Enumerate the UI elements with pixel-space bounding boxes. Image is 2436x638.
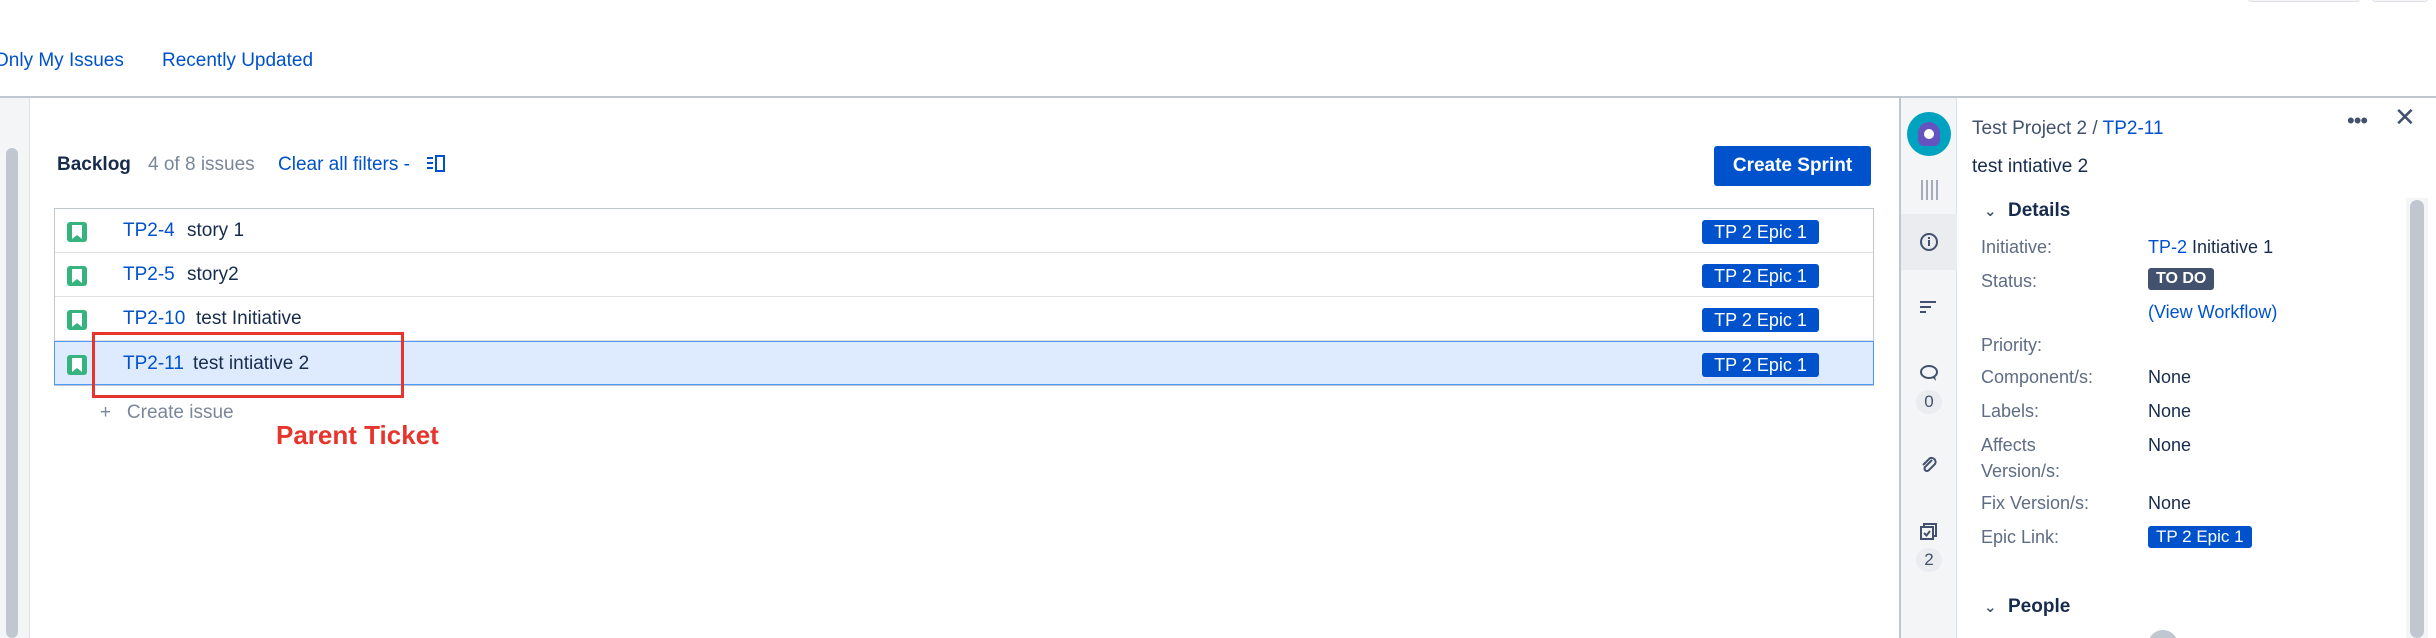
details-section-toggle[interactable]: ⌄ Details [1984, 200, 2070, 222]
breadcrumb: Test Project 2 / TP2-11 [1972, 118, 2164, 140]
sort-icon[interactable] [1916, 294, 1942, 320]
initiative-value: TP-2 Initiative 1 [2148, 237, 2273, 258]
clear-filters-label[interactable]: Clear all filters [278, 154, 398, 175]
story-icon [67, 310, 87, 330]
issue-key-link[interactable]: TP2-4 [123, 220, 175, 242]
affects-versions-value[interactable]: None [2148, 435, 2191, 456]
story-icon [67, 266, 87, 286]
more-actions-icon[interactable]: ••• [2347, 108, 2368, 134]
breadcrumb-project[interactable]: Test Project 2 [1972, 118, 2087, 139]
epic-label[interactable]: TP 2 Epic 1 [1702, 264, 1819, 288]
backlog-title: Backlog [57, 154, 131, 175]
status-label: Status: [1981, 271, 2038, 291]
affects-versions-label-line1: Affects [1981, 435, 2036, 455]
avatar [2148, 630, 2178, 638]
status-badge[interactable]: TO DO [2148, 268, 2215, 290]
priority-label: Priority: [1981, 335, 2043, 355]
toolbar-button[interactable] [2372, 0, 2428, 2]
story-icon [67, 355, 87, 375]
components-label: Component/s: [1981, 367, 2094, 387]
components-value[interactable]: None [2148, 367, 2191, 388]
attachment-icon[interactable] [1916, 452, 1942, 478]
create-issue-link[interactable]: + Create issue [100, 402, 234, 424]
comment-count: 0 [1916, 390, 1942, 414]
issue-row[interactable]: TP2-4 story 1 TP 2 Epic 1 [55, 209, 1873, 253]
details-heading: Details [2008, 200, 2071, 221]
issue-key-link[interactable]: TP2-5 [123, 264, 175, 286]
subtasks-icon[interactable] [1916, 518, 1942, 544]
quick-filter-only-my-issues[interactable]: Only My Issues [0, 50, 124, 72]
fix-versions-value[interactable]: None [2148, 493, 2191, 514]
issue-summary: test Initiative [196, 308, 302, 329]
epic-label[interactable]: TP 2 Epic 1 [1702, 353, 1819, 377]
people-heading: People [2008, 596, 2071, 617]
subtask-count: 2 [1916, 548, 1942, 572]
story-icon [67, 222, 87, 242]
panel-scrollbar-thumb[interactable] [2410, 200, 2424, 638]
issue-key-link[interactable]: TP2-10 [123, 308, 185, 330]
info-icon [1920, 233, 1938, 251]
epic-link-value[interactable]: TP 2 Epic 1 [2148, 526, 2252, 548]
details-tab[interactable] [1901, 214, 1957, 270]
people-section-toggle[interactable]: ⌄ People [1984, 596, 2070, 618]
toolbar-button[interactable] [2248, 0, 2360, 2]
labels-value[interactable]: None [2148, 401, 2191, 422]
breadcrumb-issue-key[interactable]: TP2-11 [2103, 118, 2164, 139]
create-sprint-button[interactable]: Create Sprint [1714, 146, 1871, 186]
issue-row[interactable]: TP2-5 story2 TP 2 Epic 1 [55, 253, 1873, 297]
issue-title[interactable]: test intiative 2 [1972, 156, 2088, 178]
annotation-label: Parent Ticket [276, 420, 439, 450]
project-avatar [1907, 112, 1951, 156]
close-icon[interactable]: ✕ [2394, 102, 2416, 133]
clear-filters-link[interactable]: Clear all filters - [278, 154, 410, 176]
issue-summary: story 1 [187, 220, 245, 241]
quick-filter-recently-updated[interactable]: Recently Updated [162, 50, 313, 72]
epic-link-label: Epic Link: [1981, 527, 2060, 547]
initiative-label: Initiative: [1981, 237, 2053, 257]
issue-summary: story2 [187, 264, 239, 285]
affects-versions-label: Affects Version/s: [1981, 432, 2060, 484]
fix-versions-label: Fix Version/s: [1981, 493, 2090, 513]
annotation-highlight-box [92, 332, 404, 398]
drag-handle-icon[interactable] [1921, 180, 1938, 200]
initiative-key-link[interactable]: TP-2 [2148, 237, 2187, 257]
epic-label[interactable]: TP 2 Epic 1 [1702, 220, 1819, 244]
header-divider [0, 96, 2436, 98]
comment-icon[interactable] [1916, 360, 1942, 386]
labels-label: Labels: [1981, 401, 2040, 421]
view-workflow-link[interactable]: (View Workflow) [2148, 302, 2277, 323]
left-scrollbar-thumb[interactable] [6, 148, 18, 638]
chevron-down-icon: ⌄ [1984, 599, 1997, 616]
initiative-name: Initiative 1 [2192, 237, 2274, 257]
epic-label[interactable]: TP 2 Epic 1 [1702, 308, 1819, 332]
backlog-issue-count: 4 of 8 issues [148, 154, 255, 175]
filter-toggle-icon[interactable] [426, 154, 446, 174]
chevron-down-icon: ⌄ [1984, 203, 1997, 220]
affects-versions-label-line2: Version/s: [1981, 461, 2061, 481]
breadcrumb-separator: / [2092, 118, 2098, 139]
